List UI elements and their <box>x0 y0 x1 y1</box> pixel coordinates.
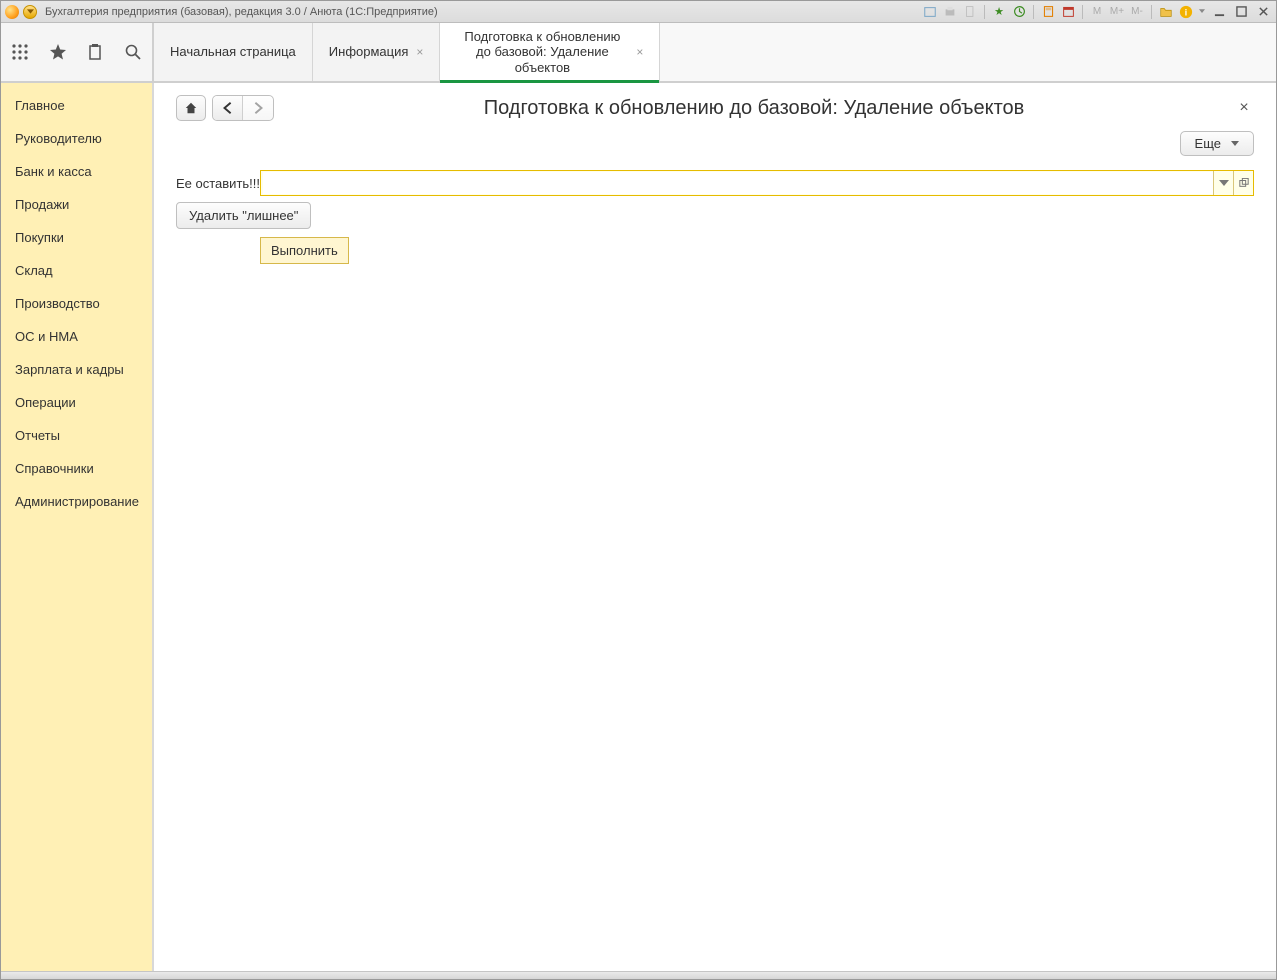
divider <box>1033 5 1034 19</box>
delete-extra-button[interactable]: Удалить "лишнее" <box>176 202 311 229</box>
top-row: Начальная страница Информация × Подготов… <box>1 23 1276 83</box>
field-dropdown-button[interactable] <box>1213 171 1233 195</box>
document-icon[interactable] <box>962 4 978 20</box>
keep-field-row: Ее оставить!!! <box>176 170 1254 196</box>
nav-back-button[interactable] <box>213 96 243 120</box>
execute-button-row: Выполнить <box>260 237 1254 264</box>
sidebar-item-label: Операции <box>15 395 76 410</box>
tab-label: Подготовка к обновлению до базовой: Удал… <box>456 29 628 76</box>
close-button[interactable] <box>1254 5 1272 19</box>
sidebar-item-label: Склад <box>15 263 53 278</box>
window-title: Бухгалтерия предприятия (базовая), редак… <box>45 6 922 18</box>
keep-field-wrapper <box>260 170 1254 196</box>
sidebar-item-operations[interactable]: Операции <box>1 386 152 419</box>
sidebar-item-administration[interactable]: Администрирование <box>1 485 152 518</box>
nav-forward-button[interactable] <box>243 96 273 120</box>
delete-button-row: Удалить "лишнее" <box>176 202 1254 229</box>
star-icon[interactable] <box>45 39 71 65</box>
sidebar-item-salary[interactable]: Зарплата и кадры <box>1 353 152 386</box>
app-window: Бухгалтерия предприятия (базовая), редак… <box>0 0 1277 980</box>
divider <box>984 5 985 19</box>
sidebar-item-label: ОС и НМА <box>15 329 78 344</box>
toolbox <box>1 23 154 81</box>
history-icon[interactable] <box>1011 4 1027 20</box>
sidebar-item-production[interactable]: Производство <box>1 287 152 320</box>
sidebar-item-label: Покупки <box>15 230 64 245</box>
body: Главное Руководителю Банк и касса Продаж… <box>1 83 1276 971</box>
tab-label: Информация <box>329 44 409 60</box>
info-dropdown-icon[interactable] <box>1198 4 1206 20</box>
app-menu-dropdown[interactable] <box>23 5 37 19</box>
info-icon[interactable]: i <box>1178 4 1194 20</box>
nav-back-forward <box>212 95 274 121</box>
sidebar-item-label: Отчеты <box>15 428 60 443</box>
tab-label: Начальная страница <box>170 44 296 60</box>
sidebar-item-sales[interactable]: Продажи <box>1 188 152 221</box>
calculator-icon[interactable] <box>1040 4 1056 20</box>
sidebar-item-label: Администрирование <box>15 494 139 509</box>
print-icon[interactable] <box>942 4 958 20</box>
sidebar-item-label: Справочники <box>15 461 94 476</box>
nav-buttons <box>176 95 274 121</box>
tab-close-icon[interactable]: × <box>636 45 643 59</box>
actions-row: Еще <box>176 131 1254 156</box>
field-open-button[interactable] <box>1233 171 1253 195</box>
memory-m[interactable]: M <box>1089 4 1105 20</box>
sidebar-item-references[interactable]: Справочники <box>1 452 152 485</box>
search-icon[interactable] <box>120 39 146 65</box>
sidebar-item-label: Главное <box>15 98 65 113</box>
chevron-down-icon <box>1231 141 1239 146</box>
sidebar: Главное Руководителю Банк и касса Продаж… <box>1 83 154 971</box>
apps-grid-icon[interactable] <box>7 39 33 65</box>
sidebar-item-label: Продажи <box>15 197 69 212</box>
print-preview-icon[interactable] <box>922 4 938 20</box>
folder-icon[interactable] <box>1158 4 1174 20</box>
page-title: Подготовка к обновлению до базовой: Удал… <box>274 97 1234 120</box>
divider <box>1082 5 1083 19</box>
more-button-label: Еще <box>1195 136 1221 151</box>
sidebar-item-purchases[interactable]: Покупки <box>1 221 152 254</box>
tab-information[interactable]: Информация × <box>313 23 441 81</box>
tab-start-page[interactable]: Начальная страница <box>154 23 313 81</box>
bottom-border <box>1 971 1276 979</box>
favorite-star-icon[interactable]: ★ <box>991 4 1007 20</box>
svg-text:i: i <box>1185 7 1187 17</box>
sidebar-item-label: Зарплата и кадры <box>15 362 124 377</box>
sidebar-item-assets[interactable]: ОС и НМА <box>1 320 152 353</box>
sidebar-item-manager[interactable]: Руководителю <box>1 122 152 155</box>
sidebar-item-bank[interactable]: Банк и касса <box>1 155 152 188</box>
sidebar-item-label: Руководителю <box>15 131 102 146</box>
tab-close-icon[interactable]: × <box>416 45 423 59</box>
memory-m-minus[interactable]: M- <box>1129 4 1145 20</box>
minimize-button[interactable] <box>1210 5 1228 19</box>
maximize-button[interactable] <box>1232 5 1250 19</box>
sidebar-item-reports[interactable]: Отчеты <box>1 419 152 452</box>
app-logo-icon <box>5 5 19 19</box>
tab-prepare-update[interactable]: Подготовка к обновлению до базовой: Удал… <box>440 23 660 81</box>
sidebar-item-main[interactable]: Главное <box>1 89 152 122</box>
divider <box>1151 5 1152 19</box>
sidebar-item-label: Производство <box>15 296 100 311</box>
sidebar-item-warehouse[interactable]: Склад <box>1 254 152 287</box>
sidebar-item-label: Банк и касса <box>15 164 92 179</box>
keep-field-label: Ее оставить!!! <box>176 176 260 191</box>
tabs-container: Начальная страница Информация × Подготов… <box>154 23 1276 81</box>
keep-field-input[interactable] <box>263 172 1213 194</box>
clipboard-icon[interactable] <box>82 39 108 65</box>
memory-m-plus[interactable]: M+ <box>1109 4 1125 20</box>
content-header: Подготовка к обновлению до базовой: Удал… <box>176 95 1254 121</box>
title-bar: Бухгалтерия предприятия (базовая), редак… <box>1 1 1276 23</box>
more-button[interactable]: Еще <box>1180 131 1254 156</box>
home-button[interactable] <box>176 95 206 121</box>
system-icons: ★ M M+ M- i <box>922 4 1272 20</box>
content-close-icon[interactable]: × <box>1234 99 1254 117</box>
execute-button[interactable]: Выполнить <box>260 237 349 264</box>
calendar-icon[interactable] <box>1060 4 1076 20</box>
content-area: Подготовка к обновлению до базовой: Удал… <box>154 83 1276 971</box>
